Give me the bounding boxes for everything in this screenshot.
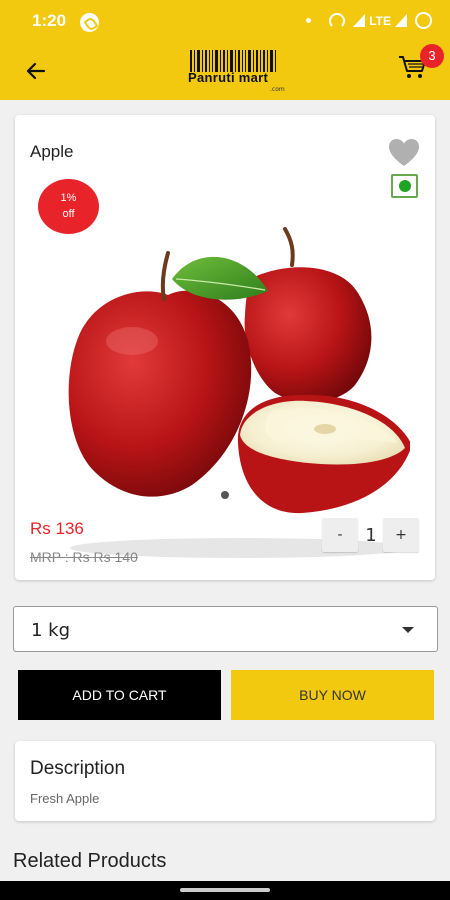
quantity-increase-button[interactable]: + xyxy=(383,518,419,552)
cart-count-badge: 3 xyxy=(420,44,444,68)
battery-icon xyxy=(415,12,432,29)
related-products-heading: Related Products xyxy=(13,850,167,872)
product-price: Rs 136 xyxy=(30,519,84,538)
hotspot-icon xyxy=(329,12,346,29)
network-type: LTE xyxy=(369,13,391,28)
notification-dot-icon xyxy=(306,18,312,23)
product-card: Apple 1% off Rs 136 MRP: Rs Rs 140 - 1 … xyxy=(15,115,435,580)
cell-signal-icon xyxy=(395,14,407,27)
veg-indicator-icon xyxy=(391,174,418,198)
buy-now-button[interactable]: BUY NOW xyxy=(231,670,434,720)
carousel-indicator[interactable] xyxy=(221,491,229,499)
back-arrow-icon[interactable] xyxy=(24,59,48,83)
logo-text: Panruti mart xyxy=(188,70,269,85)
cellular-signal: LTE xyxy=(353,14,407,28)
product-name: Apple xyxy=(30,142,74,161)
logo-domain: .com xyxy=(270,86,285,93)
whatsapp-icon xyxy=(80,13,99,32)
discount-percent: 1% xyxy=(60,192,77,204)
home-gesture-handle[interactable] xyxy=(180,888,270,892)
quantity-decrease-button[interactable]: - xyxy=(322,518,358,552)
status-time: 1:20 xyxy=(32,11,67,30)
description-text: Fresh Apple xyxy=(30,791,100,806)
status-icons: LTE xyxy=(306,12,432,29)
wifi-signal-icon xyxy=(353,14,366,27)
variant-select[interactable]: 1 kg xyxy=(13,606,438,652)
barcode-icon xyxy=(190,50,276,72)
product-image[interactable] xyxy=(40,223,410,558)
app-logo: Panruti mart .com xyxy=(188,48,288,93)
variant-selected-value: 1 kg xyxy=(31,620,71,641)
discount-label: off xyxy=(62,208,75,220)
product-mrp: MRP : Rs Rs 140 xyxy=(30,549,138,565)
system-nav-bar xyxy=(0,881,450,900)
description-title: Description xyxy=(30,758,126,779)
dropdown-caret-icon xyxy=(402,627,414,633)
add-to-cart-button[interactable]: ADD TO CART xyxy=(18,670,221,720)
app-bar: Panruti mart .com 3 xyxy=(0,44,450,100)
description-card: Description Fresh Apple xyxy=(15,741,435,821)
wishlist-heart-icon[interactable] xyxy=(387,137,421,169)
status-bar: 1:20 LTE xyxy=(0,0,450,44)
quantity-value: 1 xyxy=(365,525,377,546)
